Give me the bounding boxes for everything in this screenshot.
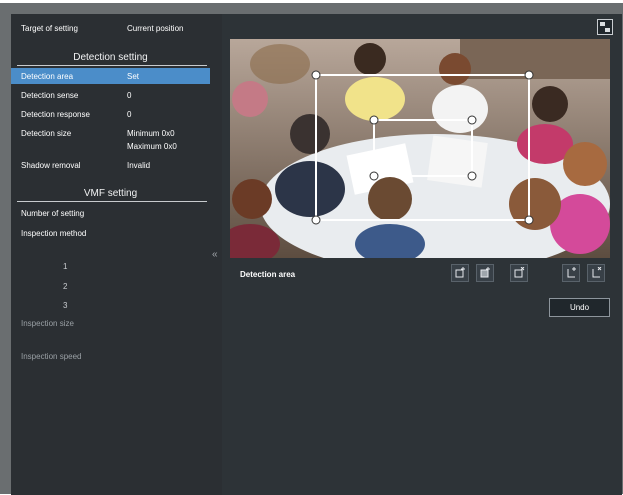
detection-size-label: Detection size [21,129,72,138]
add-vertex-icon[interactable] [562,264,580,282]
detection-size-max: Maximum 0x0 [127,142,177,151]
method-3[interactable]: 3 [63,301,67,310]
settings-panel: Target of setting Current position Detec… [11,14,210,495]
divider [17,201,207,202]
vmf-setting-title: VMF setting [83,188,138,199]
number-of-setting-label: Number of setting [21,209,85,218]
target-of-setting-row: Target of setting Current position [11,20,210,36]
undo-button[interactable]: Undo [549,298,610,317]
collapse-panel-handle[interactable]: « [210,14,222,495]
number-of-setting-row[interactable]: Number of setting [11,205,210,221]
target-value[interactable]: Current position [127,24,183,33]
target-label: Target of setting [21,24,78,33]
divider [17,65,207,66]
inspection-speed-label: Inspection speed [21,352,82,361]
inspection-method-label: Inspection method [21,229,87,238]
detection-sense-value: 0 [127,91,132,100]
delete-area-icon[interactable] [510,264,528,282]
inspection-speed-row: Inspection speed [11,348,210,364]
preview-panel: Detection area Undo [222,14,622,495]
detection-setting-title: Detection setting [73,52,148,63]
inspection-size-row: Inspection size [11,315,210,331]
detection-size-min: Minimum 0x0 [127,129,175,138]
detection-area-row[interactable]: Detection area Set [11,68,210,84]
method-2[interactable]: 2 [63,282,67,291]
detection-sense-label: Detection sense [21,91,79,100]
inspection-method-row[interactable]: Inspection method [11,225,210,241]
detection-area-caption: Detection area [240,270,296,279]
detection-response-row[interactable]: Detection response 0 [11,106,210,122]
detection-response-label: Detection response [21,110,90,119]
detection-area-value: Set [127,72,140,81]
add-area-icon[interactable] [451,264,469,282]
method-1[interactable]: 1 [63,262,67,271]
detection-response-value: 0 [127,110,132,119]
expand-icon[interactable] [597,19,613,35]
shadow-removal-label: Shadow removal [21,161,81,170]
inspection-size-label: Inspection size [21,319,74,328]
double-chevron-left-icon[interactable]: « [212,249,218,260]
detection-sense-row[interactable]: Detection sense 0 [11,87,210,103]
shadow-removal-row[interactable]: Shadow removal Invalid [11,157,210,173]
shadow-removal-value: Invalid [127,161,151,170]
delete-vertex-icon[interactable] [587,264,605,282]
app-frame: Target of setting Current position Detec… [0,3,623,495]
camera-preview[interactable] [230,39,610,258]
detection-area-label: Detection area [21,72,74,81]
detection-size-row[interactable]: Detection size Minimum 0x0 Maximum 0x0 [11,125,210,153]
add-mask-icon[interactable] [476,264,494,282]
